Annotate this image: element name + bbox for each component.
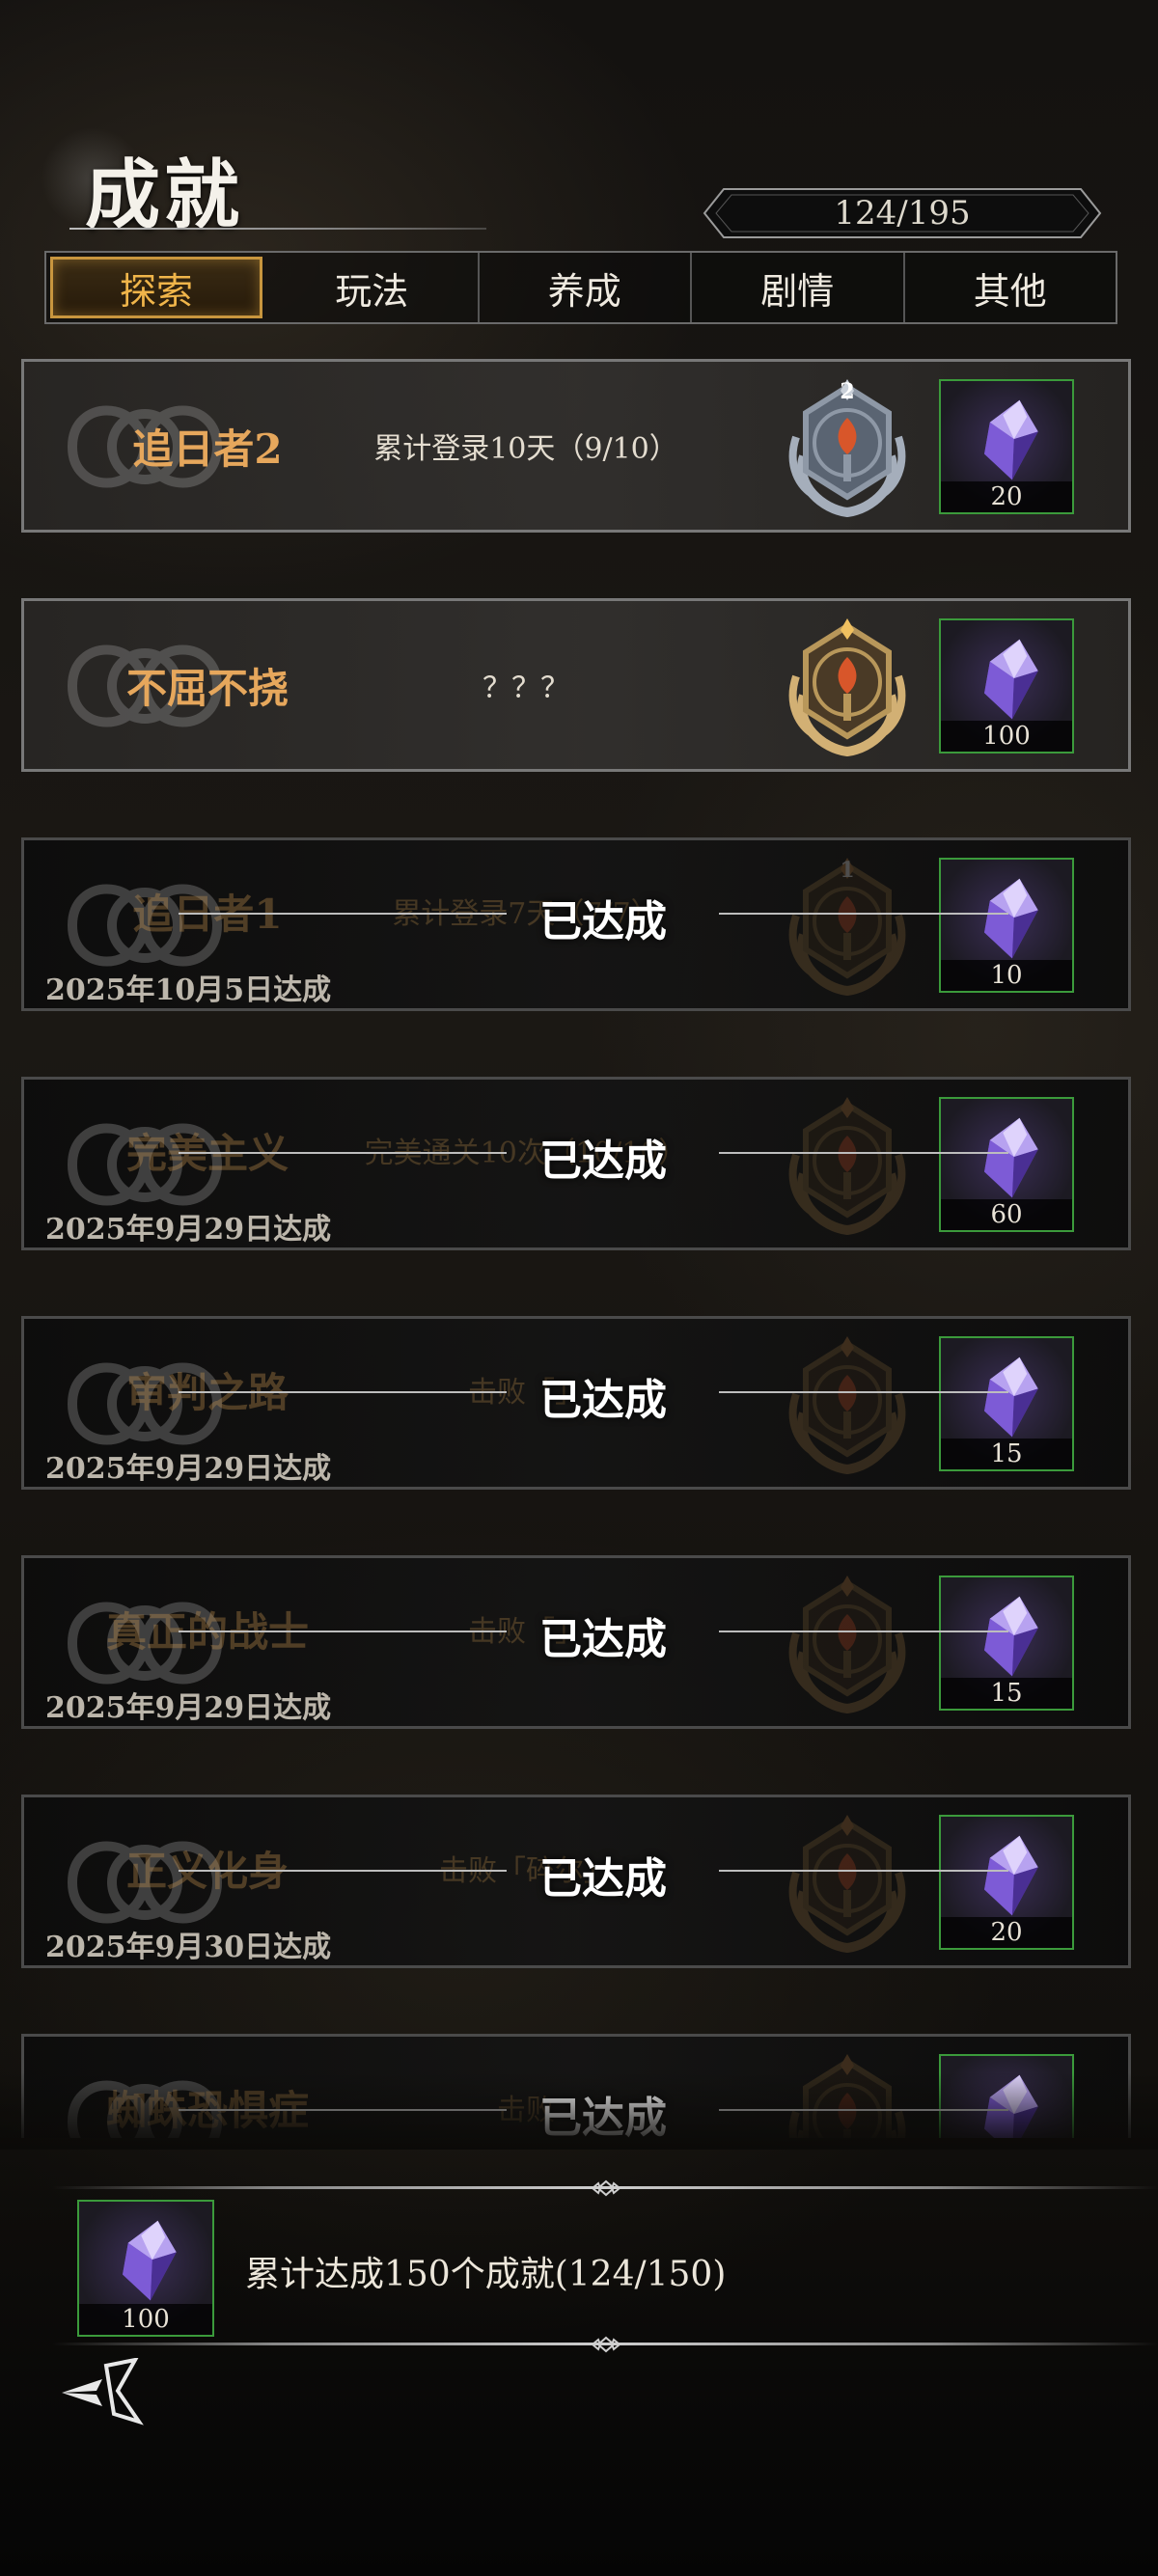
purple-crystal-icon	[984, 399, 1038, 480]
reward-count: 20	[941, 481, 1072, 512]
summary-reward[interactable]: 100	[77, 2200, 214, 2337]
title-underline	[69, 228, 486, 230]
completed-label: 已达成	[539, 897, 667, 946]
completed-label: 已达成	[539, 1137, 667, 1186]
completed-label: 已达成	[539, 1376, 667, 1425]
tab-story[interactable]: 剧情	[692, 253, 905, 322]
tab-explore[interactable]: 探索	[50, 257, 262, 318]
achievement-card[interactable]: 追日者2 累计登录10天（9/10） 2 20	[21, 359, 1131, 533]
completed-overlay: 已达成 2025年9月30日达成	[24, 1797, 1128, 1965]
purple-crystal-icon	[984, 639, 1038, 720]
achievement-card[interactable]: 真正的战士 击败「」 15 已达成 2025年9月29日达成	[21, 1555, 1131, 1729]
tab-gameplay[interactable]: 玩法	[266, 253, 480, 322]
achievement-card[interactable]: 追日者1 累计登录7天（7/7） 1 10 已达成 2025年10月5日达成	[21, 837, 1131, 1011]
completed-line-left	[179, 1152, 507, 1154]
achievement-name: 不屈不挠	[125, 664, 289, 712]
summary-reward-count: 100	[79, 2304, 212, 2335]
completed-label: 已达成	[539, 1615, 667, 1664]
completed-overlay: 已达成 2025年10月5日达成	[24, 840, 1128, 1008]
achievement-description: ？？？	[482, 671, 569, 705]
list-fade	[0, 2072, 1158, 2150]
reward-count: 100	[941, 721, 1072, 752]
achievement-card[interactable]: 正义化身 击败「碎尔」 20 已达成 2025年9月30日达成	[21, 1795, 1131, 1968]
purple-crystal-icon	[123, 2220, 177, 2301]
tab-other[interactable]: 其他	[905, 253, 1117, 322]
achievement-list[interactable]: 追日者2 累计登录10天（9/10） 2 20 不屈不挠 ？？？ 100 追日者…	[0, 359, 1158, 2138]
completed-line-right	[719, 1391, 1008, 1393]
divider-ornament-icon	[591, 2179, 621, 2197]
divider-ornament-icon	[591, 2336, 621, 2353]
back-arrow-icon[interactable]	[58, 2358, 147, 2425]
completed-label: 已达成	[539, 1854, 667, 1904]
tab-growth[interactable]: 养成	[480, 253, 692, 322]
completed-line-right	[719, 913, 1008, 915]
completed-line-left	[179, 1391, 507, 1393]
completed-date: 2025年9月29日达成	[45, 1452, 332, 1486]
completed-date: 2025年9月29日达成	[45, 1213, 332, 1247]
reward-slot[interactable]: 20	[939, 379, 1074, 514]
category-tabs: 探索 玩法 养成 剧情 其他	[44, 251, 1117, 324]
completed-line-right	[719, 1870, 1008, 1872]
completed-overlay: 已达成 2025年9月29日达成	[24, 1558, 1128, 1726]
silver-torch-medal-icon: 2	[788, 379, 906, 518]
achievement-card[interactable]: 不屈不挠 ？？？ 100	[21, 598, 1131, 772]
summary-text: 累计达成150个成就(124/150)	[245, 2255, 727, 2294]
achievement-name: 追日者2	[132, 425, 283, 473]
reward-slot[interactable]: 100	[939, 618, 1074, 754]
completed-line-right	[719, 1152, 1008, 1154]
progress-text: 124/195	[834, 194, 971, 233]
completed-line-left	[179, 1631, 507, 1632]
completed-line-left	[179, 1870, 507, 1872]
progress-counter: 124/195	[703, 187, 1102, 239]
achievement-card[interactable]: 完美主义 完美通关10次（10/10） 60 已达成 2025年9月29日达成	[21, 1077, 1131, 1250]
gold-torch-medal-icon	[788, 618, 906, 757]
completed-line-left	[179, 913, 507, 915]
achievement-card[interactable]: 审判之路 击败「」 15 已达成 2025年9月29日达成	[21, 1316, 1131, 1490]
completed-date: 2025年9月29日达成	[45, 1691, 332, 1725]
completed-date: 2025年9月30日达成	[45, 1931, 332, 1964]
completed-overlay: 已达成 2025年9月29日达成	[24, 1319, 1128, 1487]
completed-overlay: 已达成 2025年9月29日达成	[24, 1080, 1128, 1247]
completed-date: 2025年10月5日达成	[45, 973, 332, 1007]
medal-level: 2	[840, 379, 854, 404]
completed-line-right	[719, 1631, 1008, 1632]
achievement-description: 累计登录10天（9/10）	[373, 432, 678, 466]
